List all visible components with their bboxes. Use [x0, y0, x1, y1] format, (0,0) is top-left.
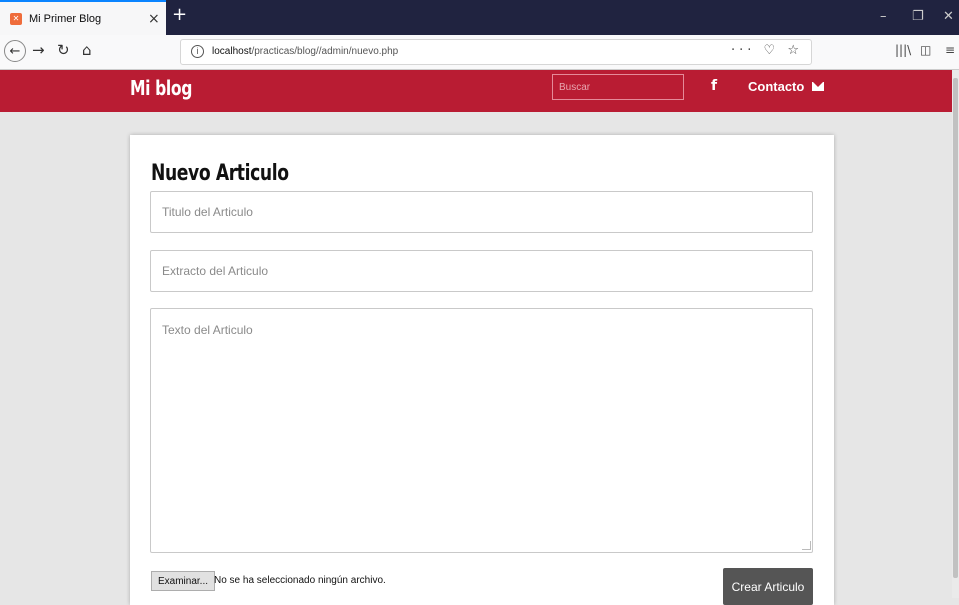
scrollbar-thumb[interactable] [953, 78, 958, 578]
create-article-button[interactable]: Crear Articulo [723, 568, 813, 605]
home-icon[interactable]: ⌂ [82, 41, 92, 59]
site-brand[interactable]: Mi blog [130, 76, 192, 100]
menu-icon[interactable]: ≡ [945, 43, 955, 57]
sidebar-icon[interactable]: ◫ [920, 43, 931, 57]
tab-title: Mi Primer Blog [29, 12, 102, 25]
contact-link[interactable]: Contacto [748, 79, 825, 94]
article-excerpt-input[interactable] [150, 250, 813, 292]
page-title: Nuevo Articulo [151, 161, 289, 186]
url-bar[interactable]: i localhost/practicas/blog//admin/nuevo.… [180, 39, 812, 65]
url-text: localhost/practicas/blog//admin/nuevo.ph… [212, 46, 399, 57]
tab-close-icon[interactable]: × [148, 11, 160, 27]
search-input[interactable] [552, 74, 684, 100]
site-header: Mi blog f Contacto [0, 70, 959, 112]
envelope-icon [812, 82, 825, 91]
browser-toolbar: ← → ↻ ⌂ i localhost/practicas/blog//admi… [0, 35, 959, 70]
maximize-icon[interactable]: ❐ [912, 9, 924, 24]
file-status-text: No se ha seleccionado ningún archivo. [214, 575, 386, 586]
article-body-textarea[interactable] [150, 308, 813, 553]
close-window-icon[interactable]: ✕ [943, 9, 954, 24]
reload-icon[interactable]: ↻ [57, 41, 70, 59]
contact-label: Contacto [748, 79, 805, 94]
browser-tab[interactable]: ✕ Mi Primer Blog × [0, 0, 166, 35]
article-title-input[interactable] [150, 191, 813, 233]
library-icon[interactable]: |||\ [895, 43, 911, 57]
page-scrollbar[interactable] [952, 70, 959, 598]
info-icon[interactable]: i [191, 45, 204, 58]
resize-grip-icon[interactable] [802, 541, 811, 550]
facebook-icon[interactable]: f [711, 78, 717, 94]
page-actions-icons[interactable]: ··· ♡ ☆ [731, 43, 803, 58]
new-article-card: Nuevo Articulo Examinar... No se ha sele… [130, 135, 834, 605]
browse-file-button[interactable]: Examinar... [151, 571, 216, 591]
new-tab-icon[interactable]: + [172, 4, 187, 25]
minimize-icon[interactable]: – [880, 9, 887, 24]
forward-icon[interactable]: → [32, 41, 45, 59]
browser-tab-strip: ✕ Mi Primer Blog × + – ❐ ✕ [0, 0, 959, 35]
back-icon[interactable]: ← [4, 40, 26, 62]
xampp-favicon-icon: ✕ [10, 12, 22, 25]
